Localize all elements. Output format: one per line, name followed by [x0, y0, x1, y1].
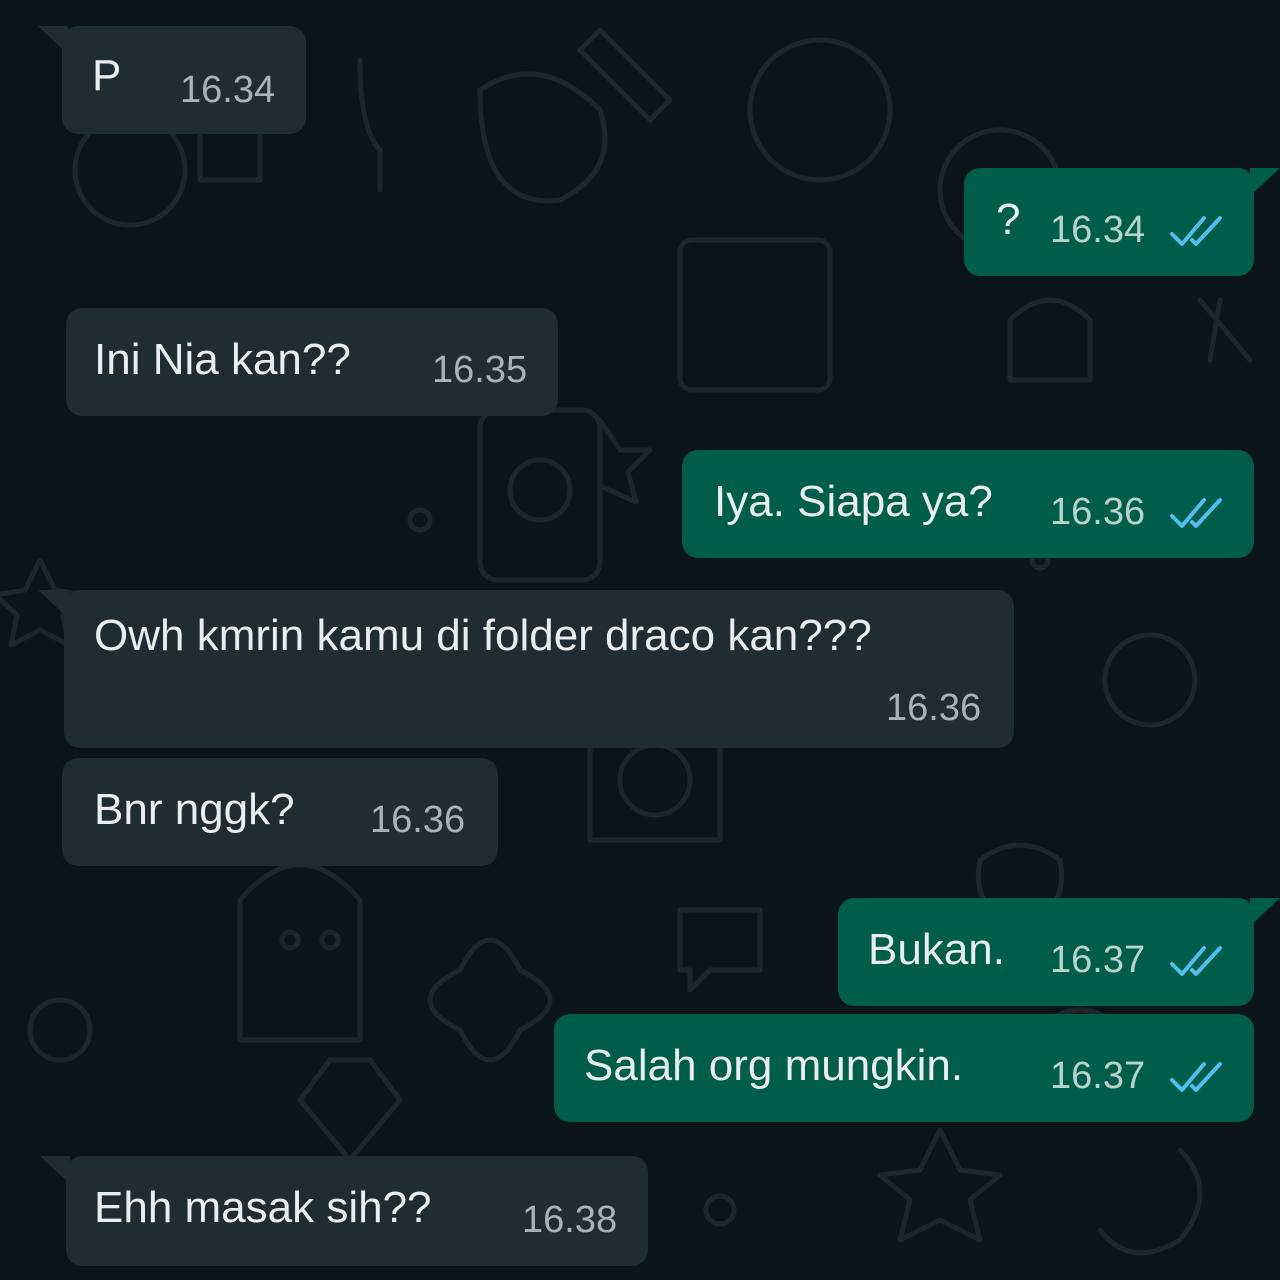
read-ticks-icon — [1170, 498, 1222, 528]
read-ticks-icon — [1170, 946, 1222, 976]
bubble-tail — [38, 26, 68, 54]
bubble-tail — [1250, 168, 1280, 196]
bubble-tail — [38, 590, 68, 618]
message-time: 16.36 — [1050, 491, 1146, 533]
message-text: P — [92, 51, 122, 100]
message-time: 16.36 — [370, 799, 466, 841]
message-time: 16.34 — [180, 69, 276, 111]
message-text: Salah org mungkin. — [584, 1041, 964, 1090]
message-bubble-incoming[interactable]: Ehh masak sih?? 16.38 — [66, 1156, 648, 1266]
message-bubble-outgoing[interactable]: Salah org mungkin. 16.37 — [554, 1014, 1254, 1122]
message-text: ? — [996, 195, 1021, 244]
message-bubble-outgoing[interactable]: ? 16.34 — [964, 168, 1254, 276]
read-ticks-icon — [1170, 1062, 1222, 1092]
message-bubble-incoming[interactable]: Owh kmrin kamu di folder draco kan??? 16… — [64, 590, 1014, 748]
read-ticks-icon — [1170, 216, 1222, 246]
bubble-tail — [1250, 898, 1280, 926]
message-bubble-incoming[interactable]: Ini Nia kan?? 16.35 — [66, 308, 558, 416]
message-text: Owh kmrin kamu di folder draco kan??? — [94, 611, 872, 660]
message-bubble-incoming[interactable]: Bnr nggk? 16.36 — [62, 758, 498, 866]
message-text: Iya. Siapa ya? — [714, 477, 993, 526]
message-bubble-incoming[interactable]: P 16.34 — [62, 26, 306, 134]
message-text: Ini Nia kan?? — [94, 335, 351, 384]
message-bubble-outgoing[interactable]: Iya. Siapa ya? 16.36 — [682, 450, 1254, 558]
message-text: Bnr nggk? — [94, 785, 295, 834]
message-time: 16.37 — [1050, 1055, 1146, 1097]
message-text: Ehh masak sih?? — [94, 1183, 432, 1232]
message-time: 16.34 — [1050, 209, 1146, 251]
message-time: 16.37 — [1050, 939, 1146, 981]
message-bubble-outgoing[interactable]: Bukan. 16.37 — [838, 898, 1254, 1006]
message-time: 16.38 — [522, 1199, 618, 1241]
message-time: 16.35 — [432, 349, 528, 391]
message-text: Bukan. — [868, 925, 1005, 974]
bubble-tail — [40, 1156, 70, 1184]
message-time: 16.36 — [886, 687, 982, 729]
